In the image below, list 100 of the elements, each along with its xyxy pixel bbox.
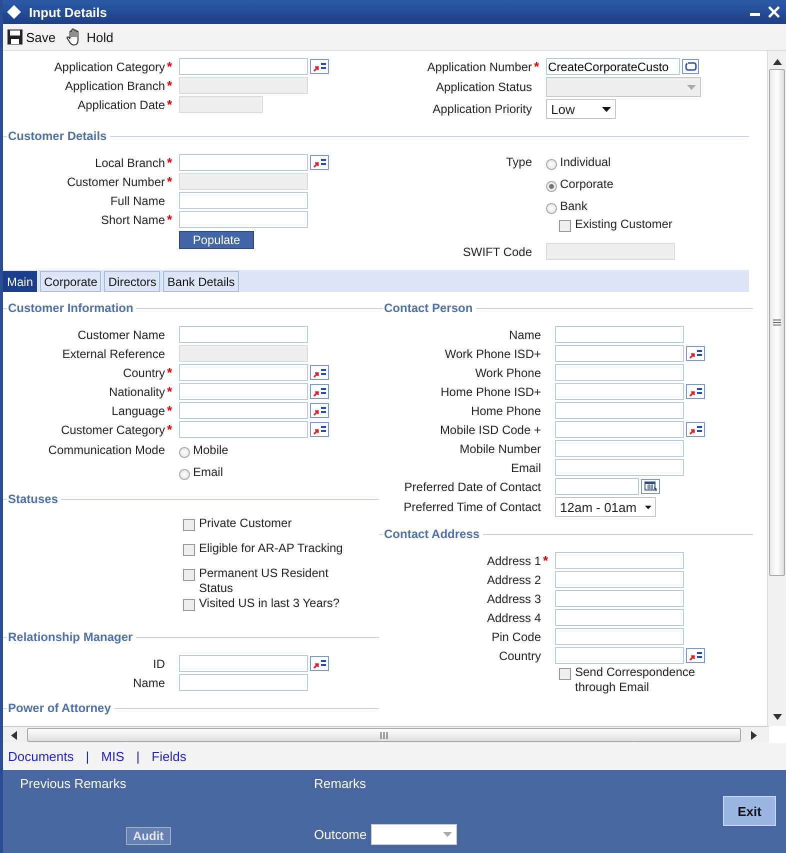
scrollbar[interactable] <box>3 726 769 743</box>
radio-button[interactable] <box>546 181 557 192</box>
tab[interactable]: Directors <box>104 271 160 292</box>
field-label: Customer Number <box>66 174 165 188</box>
calendar-button[interactable] <box>641 479 660 494</box>
input-field[interactable] <box>555 383 684 400</box>
list-icon <box>688 348 702 358</box>
lookup-button[interactable] <box>310 656 329 671</box>
scrollbar[interactable] <box>767 51 786 726</box>
checkbox[interactable] <box>183 544 195 556</box>
field-label: Pin Code <box>492 630 541 644</box>
input-field[interactable] <box>555 364 684 381</box>
field-label: Application Priority <box>432 102 532 116</box>
field-label: Full Name <box>110 194 165 208</box>
field-label: Preferred Time of Contact <box>404 500 541 514</box>
field-label: Type <box>506 155 532 169</box>
dropdown[interactable]: Low <box>546 99 616 119</box>
lookup-button[interactable] <box>310 384 329 399</box>
lookup-button[interactable] <box>310 422 329 437</box>
lookup-button[interactable] <box>686 384 705 399</box>
field-label: Work Phone ISD+ <box>444 346 541 360</box>
input-field[interactable] <box>179 154 308 171</box>
section-heading: Contact Address <box>384 527 480 541</box>
calendar-icon <box>644 481 658 492</box>
checkbox[interactable] <box>559 668 571 680</box>
input-field[interactable] <box>555 459 684 476</box>
lookup-button[interactable] <box>310 403 329 418</box>
lookup-button[interactable] <box>310 155 329 170</box>
up-arrow-icon[interactable] <box>772 59 782 65</box>
hold-button[interactable]: Hold <box>64 28 116 46</box>
input-field[interactable] <box>179 58 308 75</box>
input-field[interactable] <box>555 609 684 626</box>
input-field[interactable] <box>555 421 684 438</box>
tab[interactable]: Main <box>3 271 38 292</box>
link[interactable]: MIS <box>101 749 124 764</box>
scrollbar-thumb[interactable] <box>769 69 785 576</box>
dropdown[interactable] <box>370 824 457 845</box>
tab[interactable]: Bank Details <box>163 271 239 292</box>
close-icon[interactable] <box>768 6 780 18</box>
field-label: Home Phone ISD+ <box>440 384 541 398</box>
input-field[interactable] <box>555 440 684 457</box>
field-label: Name <box>508 328 541 342</box>
loop-icon <box>684 62 696 71</box>
field-label: Application Branch <box>64 78 165 92</box>
checkbox[interactable] <box>183 599 195 611</box>
field-label: ID <box>153 656 165 670</box>
radio-button[interactable] <box>179 469 190 480</box>
input-field[interactable] <box>179 326 308 343</box>
radio-button[interactable] <box>179 447 190 458</box>
field-label: Address 1 <box>486 554 541 568</box>
link[interactable]: Fields <box>152 749 186 764</box>
checkbox[interactable] <box>559 220 571 232</box>
remarks-label: Remarks <box>314 776 368 791</box>
required-mark: * <box>167 212 172 227</box>
dropdown[interactable]: 12am - 01am <box>555 497 656 517</box>
input-field[interactable] <box>179 383 308 400</box>
input-field[interactable] <box>555 628 684 645</box>
input-field[interactable] <box>555 571 684 588</box>
floppy-icon <box>7 29 23 45</box>
input-field[interactable] <box>179 655 308 672</box>
input-field[interactable] <box>555 552 684 569</box>
input-field[interactable] <box>555 402 684 419</box>
input-field[interactable] <box>179 192 308 209</box>
checkbox[interactable] <box>183 569 195 581</box>
link[interactable]: Documents <box>8 749 74 764</box>
input-field[interactable] <box>179 211 308 228</box>
lookup-button[interactable] <box>310 59 329 74</box>
date-field[interactable] <box>555 478 639 495</box>
field-label: Country <box>498 648 541 662</box>
field-label: Preferred Date of Contact <box>404 480 541 494</box>
lookup-button[interactable] <box>686 648 705 663</box>
field-label: Customer Name <box>78 328 165 342</box>
radio-button[interactable] <box>546 203 557 214</box>
populate-button[interactable]: Populate <box>179 231 254 249</box>
input-field[interactable] <box>555 345 684 362</box>
checkbox[interactable] <box>183 519 195 531</box>
save-button[interactable]: Save <box>5 29 58 45</box>
exit-button[interactable]: Exit <box>723 796 776 826</box>
input-field[interactable] <box>555 326 684 343</box>
input-field[interactable]: CreateCorporateCusto <box>546 58 680 75</box>
input-field[interactable] <box>179 364 308 381</box>
required-mark: * <box>543 553 548 568</box>
list-icon <box>312 658 326 668</box>
down-arrow-icon[interactable] <box>772 714 782 720</box>
input-field[interactable] <box>179 421 308 438</box>
radio-button[interactable] <box>546 159 557 170</box>
tab[interactable]: Corporate <box>40 271 102 292</box>
lookup-button[interactable] <box>310 365 329 380</box>
input-field[interactable] <box>555 647 684 664</box>
lookup-button[interactable] <box>686 422 705 437</box>
lookup-button[interactable] <box>686 346 705 361</box>
field-label: Application Number <box>427 60 532 74</box>
scrollbar-thumb[interactable] <box>27 728 741 742</box>
left-arrow-icon[interactable] <box>11 730 17 740</box>
refresh-button[interactable] <box>682 59 699 74</box>
section-heading: Contact Person <box>384 301 473 315</box>
right-arrow-icon[interactable] <box>751 730 757 740</box>
input-field[interactable] <box>179 674 308 691</box>
input-field[interactable] <box>179 402 308 419</box>
input-field[interactable] <box>555 590 684 607</box>
